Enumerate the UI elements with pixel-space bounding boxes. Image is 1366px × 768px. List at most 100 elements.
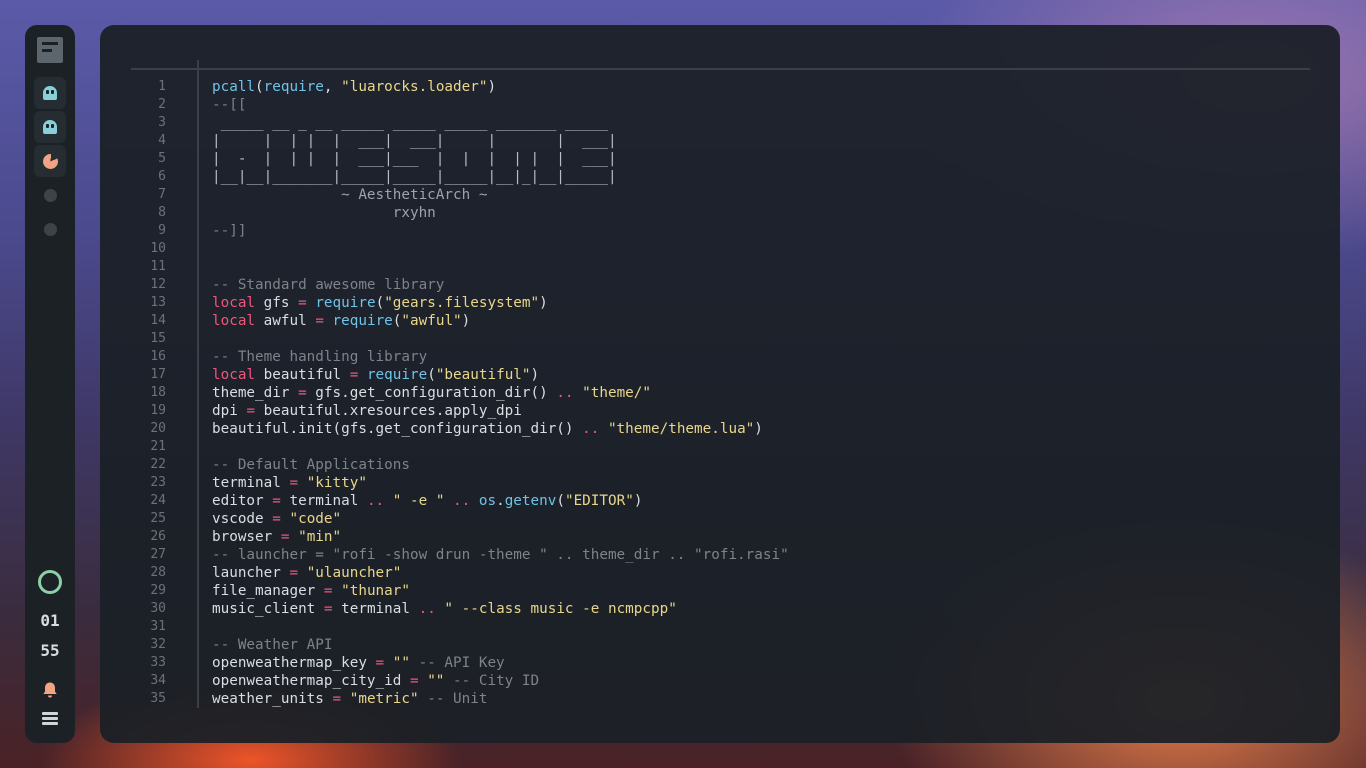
- code-token: =: [323, 601, 333, 617]
- code-line[interactable]: 12 -- Standard awesome library: [131, 276, 1310, 294]
- code-line[interactable]: 29 file_manager = "thunar": [131, 582, 1310, 600]
- code-token: ): [530, 367, 540, 383]
- line-number: 29: [150, 583, 166, 598]
- line-source: editor = terminal .. " -e " .. os.getenv…: [212, 492, 642, 510]
- code-line[interactable]: 28 launcher = "ulauncher": [131, 564, 1310, 582]
- code-token: dpi: [212, 403, 247, 419]
- code-line[interactable]: 13 local gfs = require("gears.filesystem"…: [131, 294, 1310, 312]
- line-source: theme_dir = gfs.get_configuration_dir() …: [212, 384, 651, 402]
- code-line[interactable]: 1 pcall(require, "luarocks.loader"): [131, 78, 1310, 96]
- status-ring-icon[interactable]: [38, 570, 62, 594]
- code-token: (: [556, 493, 565, 509]
- line-source: local beautiful = require("beautiful"): [212, 366, 539, 384]
- code-line[interactable]: 15: [131, 330, 1310, 348]
- code-token: =: [315, 313, 324, 329]
- line-number: 9: [158, 223, 166, 238]
- code-token: =: [409, 673, 419, 689]
- code-token: =: [289, 565, 299, 581]
- code-line[interactable]: 22 -- Default Applications: [131, 456, 1310, 474]
- workspace-2-button[interactable]: [34, 111, 66, 143]
- code-line[interactable]: 10: [131, 240, 1310, 258]
- code-token: -- Weather API: [212, 637, 333, 653]
- code-area[interactable]: 1 pcall(require, "luarocks.loader") 2 --[[3…: [131, 78, 1310, 708]
- code-line[interactable]: 30 music_client = terminal .. " --class m…: [131, 600, 1310, 618]
- code-line[interactable]: 26 browser = "min": [131, 528, 1310, 546]
- code-token: require: [332, 313, 393, 329]
- code-token: "metric": [349, 691, 419, 707]
- code-token: "awful": [401, 313, 462, 329]
- code-line[interactable]: 25 vscode = "code": [131, 510, 1310, 528]
- code-token: =: [323, 583, 333, 599]
- code-line[interactable]: 3 _____ __ _ __ _____ _____ _____ ______…: [131, 114, 1310, 132]
- code-token: beautiful: [255, 367, 350, 383]
- line-number: 4: [158, 133, 166, 148]
- code-token: =: [246, 403, 256, 419]
- line-source: pcall(require, "luarocks.loader"): [212, 78, 496, 96]
- line-source: file_manager = "thunar": [212, 582, 410, 600]
- code-line[interactable]: 16 -- Theme handling library: [131, 348, 1310, 366]
- line-source: music_client = terminal .. " --class mus…: [212, 600, 677, 618]
- dock-bar: [25, 25, 75, 743]
- code-token: ): [539, 295, 548, 311]
- line-number: 27: [150, 547, 166, 562]
- code-line[interactable]: 7 ~ AestheticArch ~: [131, 186, 1310, 204]
- code-line[interactable]: 27 -- launcher = "rofi -show drun -theme …: [131, 546, 1310, 564]
- code-line[interactable]: 6 |__|__|_______|_____|_____|_____|__|_|_…: [131, 168, 1310, 186]
- workspace-3-button[interactable]: [34, 145, 66, 177]
- code-token: "thunar": [341, 583, 410, 599]
- line-number: 5: [158, 151, 166, 166]
- code-line[interactable]: 23 terminal = "kitty": [131, 474, 1310, 492]
- code-token: "theme/": [582, 385, 652, 401]
- code-line[interactable]: 20 beautiful.init(gfs.get_configuration_d…: [131, 420, 1310, 438]
- code-token: browser: [212, 529, 281, 545]
- code-token: =: [332, 691, 342, 707]
- code-token: require: [315, 295, 376, 311]
- code-line[interactable]: 8 rxyhn: [131, 204, 1310, 222]
- code-line[interactable]: 17 local beautiful = require("beautiful"): [131, 366, 1310, 384]
- workspace-4-button[interactable]: [34, 179, 66, 211]
- workspace-1-button[interactable]: [34, 77, 66, 109]
- code-token: ..: [556, 385, 574, 401]
- code-line[interactable]: 2 --[[: [131, 96, 1310, 114]
- code-line[interactable]: 18 theme_dir = gfs.get_configuration_dir(…: [131, 384, 1310, 402]
- line-number: 35: [150, 691, 166, 706]
- menu-icon[interactable]: [42, 712, 58, 726]
- code-line[interactable]: 33 openweathermap_key = "" -- API Key: [131, 654, 1310, 672]
- code-line[interactable]: 24 editor = terminal .. " -e " .. os.gete…: [131, 492, 1310, 510]
- code-line[interactable]: 31: [131, 618, 1310, 636]
- code-line[interactable]: 32 -- Weather API: [131, 636, 1310, 654]
- code-line[interactable]: 21: [131, 438, 1310, 456]
- code-token: (: [255, 79, 264, 95]
- line-source: openweathermap_key = "" -- API Key: [212, 654, 505, 672]
- code-token: weather_units: [212, 691, 333, 707]
- code-token: "theme/theme.lua": [607, 421, 755, 437]
- code-line[interactable]: 11: [131, 258, 1310, 276]
- code-token: -- Unit: [427, 691, 488, 707]
- line-source: local awful = require("awful"): [212, 312, 470, 330]
- line-source: vscode = "code": [212, 510, 341, 528]
- code-token: | | | | | ___| ___| | | ___|: [212, 133, 617, 149]
- notification-bell-icon[interactable]: [41, 681, 59, 699]
- workspace-5-button[interactable]: [34, 213, 66, 245]
- code-line[interactable]: 34 openweathermap_city_id = "" -- City ID: [131, 672, 1310, 690]
- code-token: =: [298, 295, 307, 311]
- launcher-logo-icon[interactable]: [37, 37, 63, 63]
- code-line[interactable]: 35 weather_units = "metric" -- Unit: [131, 690, 1310, 708]
- code-line[interactable]: 9 --]]: [131, 222, 1310, 240]
- code-token: pcall: [212, 79, 256, 95]
- line-source: -- launcher = "rofi -show drun -theme " …: [212, 546, 789, 564]
- line-source: openweathermap_city_id = "" -- City ID: [212, 672, 539, 690]
- code-line[interactable]: 5 | - | | | | ___|___ | | | | | | ___|: [131, 150, 1310, 168]
- code-line[interactable]: 14 local awful = require("awful"): [131, 312, 1310, 330]
- line-number: 10: [150, 241, 166, 256]
- code-line[interactable]: 19 dpi = beautiful.xresources.apply_dpi: [131, 402, 1310, 420]
- code-token: rxyhn: [212, 205, 436, 221]
- code-line[interactable]: 4 | | | | | ___| ___| | | ___|: [131, 132, 1310, 150]
- code-token: | - | | | | ___|___ | | | | | | ___|: [212, 151, 617, 167]
